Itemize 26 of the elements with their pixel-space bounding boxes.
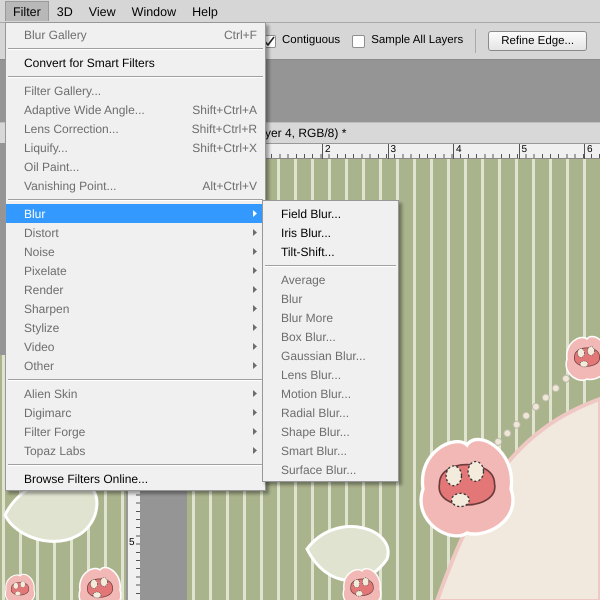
keyboard-shortcut: Shift+Ctrl+R [190,120,257,138]
menu-item[interactable]: Field Blur... [263,204,398,223]
flower-drawing [565,336,600,382]
document-tab-title[interactable]: yer 4, RGB/8) * [265,124,346,142]
menu-bar-item[interactable]: Help [184,1,226,21]
flower-drawing [342,568,382,600]
keyboard-shortcut: Ctrl+F [223,26,257,44]
checkbox[interactable] [352,34,366,48]
menu-item[interactable]: Blur [6,204,265,223]
checkbox-label: Contiguous [282,33,340,48]
keyboard-shortcut: Alt+Ctrl+V [201,178,257,194]
checkbox-label: Sample All Layers [371,33,464,48]
flower-drawing [78,566,122,600]
menu-item[interactable]: Convert for Smart Filters [6,53,265,72]
menu-item[interactable]: Iris Blur... [263,223,398,242]
refine-edge-button[interactable]: Refine Edge... [488,31,588,51]
ruler-label: 5 [129,536,135,550]
menu-item[interactable]: Browse Filters Online... [6,469,265,488]
menu-bar-item[interactable]: Filter [5,1,49,21]
keyboard-shortcut: Shift+Ctrl+X [191,140,257,156]
menu-item[interactable]: Tilt-Shift... [263,242,398,261]
flower-drawing [4,574,36,600]
menu-bar-item[interactable]: View [80,1,124,21]
keyboard-shortcut: Shift+Ctrl+A [191,102,257,118]
menu-bar-item[interactable]: 3D [48,1,81,21]
menu-bar-item[interactable]: Window [124,1,184,21]
